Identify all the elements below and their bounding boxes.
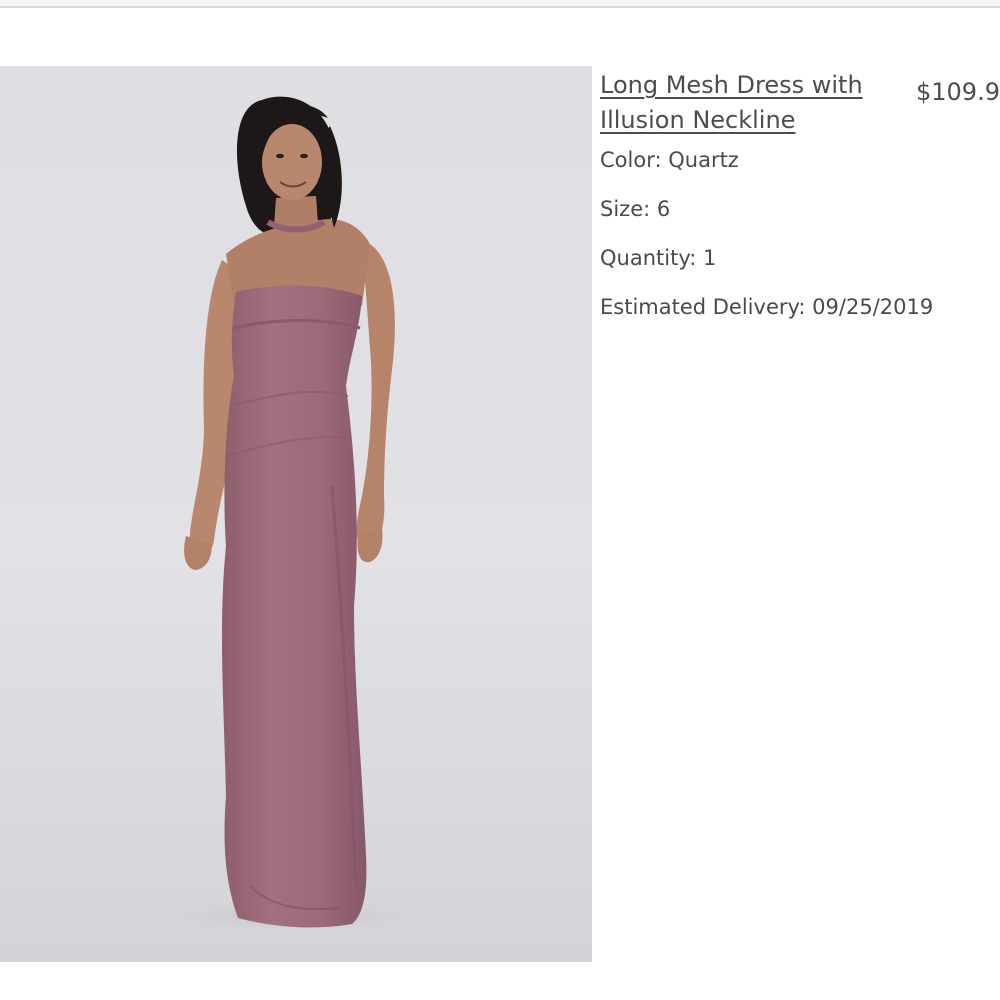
quantity-value: 1 [703,246,717,270]
product-details: Long Mesh Dress with Illusion Neckline $… [600,68,1000,368]
delivery-detail: Estimated Delivery09/25/2019 [600,293,933,321]
color-value: Quartz [668,148,739,172]
size-detail: Size6 [600,195,670,223]
size-label: Size [600,197,657,221]
delivery-value: 09/25/2019 [812,295,934,319]
eye-left [276,153,284,159]
quantity-detail: Quantity1 [600,244,716,272]
top-divider [0,0,1000,8]
product-image[interactable] [0,66,592,962]
quantity-label: Quantity [600,246,703,270]
color-label: Color [600,148,668,172]
eye-right [300,153,308,159]
size-value: 6 [656,197,671,221]
order-item-page: Long Mesh Dress with Illusion Neckline $… [0,0,1000,1000]
face [262,124,322,200]
dress-body [221,285,367,928]
dress-model-illustration [0,66,592,962]
color-detail: ColorQuartz [600,146,739,174]
delivery-label: Estimated Delivery [600,295,812,319]
product-title-link[interactable]: Long Mesh Dress with Illusion Neckline [600,68,900,138]
product-price: $109.95 [916,78,1000,106]
